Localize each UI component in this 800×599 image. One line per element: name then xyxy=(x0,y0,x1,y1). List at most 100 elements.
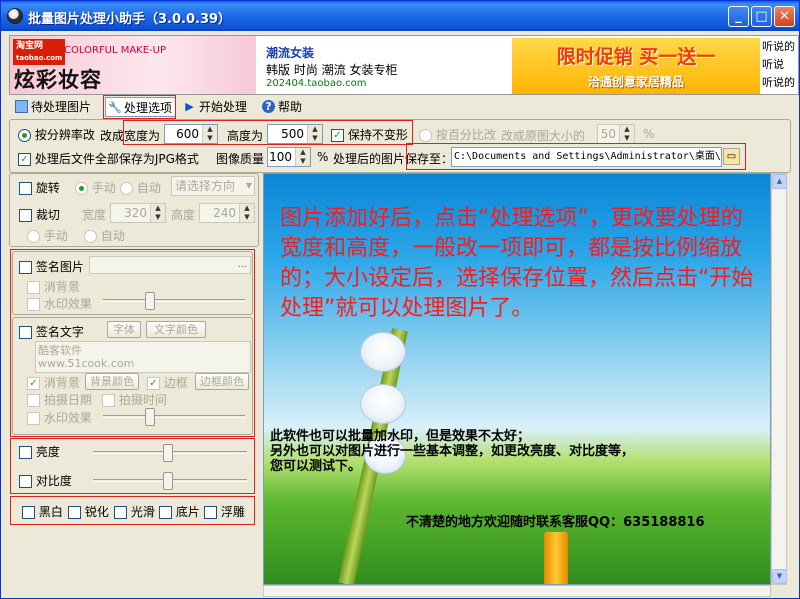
slider-thumb[interactable] xyxy=(163,472,173,490)
shoot-date-checkbox[interactable]: 拍摄日期 xyxy=(27,391,92,408)
percent-value: 50 xyxy=(600,127,616,141)
check-icon xyxy=(22,506,35,519)
radio-label: 自动 xyxy=(136,181,161,195)
help-button[interactable]: ? 帮助 xyxy=(260,97,302,117)
crop-auto-radio[interactable]: 自动 xyxy=(84,227,125,244)
ad-link[interactable]: 听说的 xyxy=(762,38,798,56)
remove-bg2-checkbox[interactable]: ✓ 消背景 xyxy=(27,374,80,391)
watermark-checkbox[interactable]: 水印效果 xyxy=(27,295,92,312)
radio-dot xyxy=(84,230,97,243)
remove-bg-checkbox[interactable]: 消背景 xyxy=(27,278,80,295)
effect-smooth-checkbox[interactable]: 光滑 xyxy=(114,503,155,520)
radio-dot xyxy=(419,129,432,142)
checkbox-label: 锐化 xyxy=(84,505,109,519)
checkbox-label: 处理后文件全部保存为JPG格式 xyxy=(34,152,199,166)
ad-makeup[interactable]: 淘宝网 taobao.com COLORFUL MAKE-UP 炫彩妆容 xyxy=(10,36,256,94)
vertical-scrollbar[interactable]: ▲ ▼ xyxy=(771,173,787,585)
ad-promo-title: 限时促销 买一送一 xyxy=(556,46,716,68)
checkbox-label: 水印效果 xyxy=(43,411,92,425)
close-button[interactable]: ✕ xyxy=(774,6,795,27)
check-icon: ✓ xyxy=(18,153,31,166)
ad-link[interactable]: 听说的 xyxy=(762,74,798,92)
lantern-illustration xyxy=(360,384,406,424)
text-color-button[interactable]: 文字颜色 xyxy=(146,321,206,338)
window-title: 批量图片处理小助手（3.0.0.39） xyxy=(28,12,232,27)
checkbox-label: 签名图片 xyxy=(35,260,84,274)
maximize-button[interactable]: □ xyxy=(751,6,772,27)
ad-fashion[interactable]: 潮流女装 韩版 时尚 潮流 女装专柜 202404.taobao.com xyxy=(266,44,506,94)
border-color-button[interactable]: 边框颜色 xyxy=(195,373,249,390)
checkbox-label: 对比度 xyxy=(35,474,72,488)
contrast-slider[interactable] xyxy=(93,472,247,490)
radio-label: 按百分比改 xyxy=(435,128,496,142)
note-line: 您可以测试下。 xyxy=(270,459,362,474)
watermark2-slider[interactable] xyxy=(103,408,245,426)
quality-spinner[interactable]: 100 ▲ ▼ xyxy=(267,147,311,167)
ad-promo[interactable]: 限时促销 买一送一 洽通创意家居精品 xyxy=(512,38,760,94)
check-icon xyxy=(27,281,40,294)
checkbox-label: 底片 xyxy=(175,505,200,519)
rotate-manual-radio[interactable]: 手动 xyxy=(75,179,116,196)
sign-image-checkbox[interactable]: 签名图片 xyxy=(19,258,84,275)
direction-select[interactable]: 请选择方向 ▼ xyxy=(171,176,255,196)
check-icon xyxy=(27,412,40,425)
by-percent-radio[interactable]: 按百分比改 xyxy=(419,126,496,143)
check-icon xyxy=(27,394,40,407)
ad-link[interactable]: 听说 xyxy=(762,56,798,74)
brightness-slider[interactable] xyxy=(93,444,247,462)
horizontal-scrollbar[interactable] xyxy=(263,585,771,597)
ad-text-links[interactable]: 听说的 听说 听说的 xyxy=(762,38,798,92)
slider-thumb[interactable] xyxy=(163,444,173,462)
percent-unit: % xyxy=(643,127,655,141)
ad-promo-sub: 洽通创意家居精品 xyxy=(587,75,684,89)
spinner-arrows-icon[interactable]: ▲ ▼ xyxy=(239,204,254,222)
title-bar[interactable]: 批量图片处理小助手（3.0.0.39） _ □ ✕ xyxy=(1,1,799,31)
start-process-button[interactable]: ▶ 开始处理 xyxy=(181,97,247,117)
check-icon xyxy=(19,475,32,488)
slider-thumb[interactable] xyxy=(145,408,155,426)
spinner-arrows-icon[interactable]: ▲ ▼ xyxy=(150,204,165,222)
sign-text-input[interactable]: 酷客软件 www.51cook.com xyxy=(35,341,251,373)
crop-manual-radio[interactable]: 手动 xyxy=(27,227,68,244)
font-button[interactable]: 字体 xyxy=(107,321,141,338)
crop-width-spinner[interactable]: 320 ▲ ▼ xyxy=(110,203,166,223)
brightness-checkbox[interactable]: 亮度 xyxy=(19,443,60,460)
spinner-arrows-icon[interactable]: ▲ ▼ xyxy=(619,125,634,143)
tab-label: 开始处理 xyxy=(199,100,248,114)
app-icon xyxy=(7,8,23,24)
by-resolution-radio[interactable]: 按分辨率改 xyxy=(18,126,95,143)
highlight-box xyxy=(123,120,413,145)
effect-negative-checkbox[interactable]: 底片 xyxy=(159,503,200,520)
watermark-slider[interactable] xyxy=(103,292,245,310)
crop-height-value: 240 xyxy=(213,206,236,220)
crop-height-spinner[interactable]: 240 ▲ ▼ xyxy=(199,203,255,223)
tab-pending-images[interactable]: 待处理图片 xyxy=(13,97,91,117)
crop-checkbox[interactable]: 裁切 xyxy=(19,206,60,223)
scroll-up-icon[interactable]: ▲ xyxy=(772,174,787,189)
rotate-checkbox[interactable]: 旋转 xyxy=(19,179,60,196)
effect-sharpen-checkbox[interactable]: 锐化 xyxy=(68,503,109,520)
rotate-auto-radio[interactable]: 自动 xyxy=(120,179,161,196)
percent-spinner[interactable]: 50 ▲ ▼ xyxy=(597,124,635,144)
sign-text-checkbox[interactable]: 签名文字 xyxy=(19,323,84,340)
border-checkbox[interactable]: ✓ 边框 xyxy=(147,374,188,391)
ad-banner: 淘宝网 taobao.com COLORFUL MAKE-UP 炫彩妆容 潮流女装… xyxy=(9,35,799,95)
watermark2-checkbox[interactable]: 水印效果 xyxy=(27,409,92,426)
radio-dot xyxy=(75,182,88,195)
sign-image-path[interactable]: ... xyxy=(89,256,251,274)
contrast-checkbox[interactable]: 对比度 xyxy=(19,472,72,489)
tab-label: 待处理图片 xyxy=(31,100,92,114)
shoot-time-checkbox[interactable]: 拍摄时间 xyxy=(102,391,167,408)
effect-emboss-checkbox[interactable]: 浮雕 xyxy=(204,503,245,520)
spinner-arrows-icon[interactable]: ▲ ▼ xyxy=(295,148,310,166)
radio-dot xyxy=(27,230,40,243)
minimize-button[interactable]: _ xyxy=(728,6,749,27)
scroll-down-icon[interactable]: ▼ xyxy=(772,569,787,584)
ad-makeup-tagline: COLORFUL MAKE-UP xyxy=(64,45,167,56)
check-icon xyxy=(68,506,81,519)
effect-bw-checkbox[interactable]: 黑白 xyxy=(22,503,63,520)
app-window: 批量图片处理小助手（3.0.0.39） _ □ ✕ 淘宝网 taobao.com … xyxy=(0,0,800,599)
bg-color-button[interactable]: 背景颜色 xyxy=(85,373,139,390)
slider-thumb[interactable] xyxy=(145,292,155,310)
save-jpg-checkbox[interactable]: ✓ 处理后文件全部保存为JPG格式 xyxy=(18,150,199,167)
